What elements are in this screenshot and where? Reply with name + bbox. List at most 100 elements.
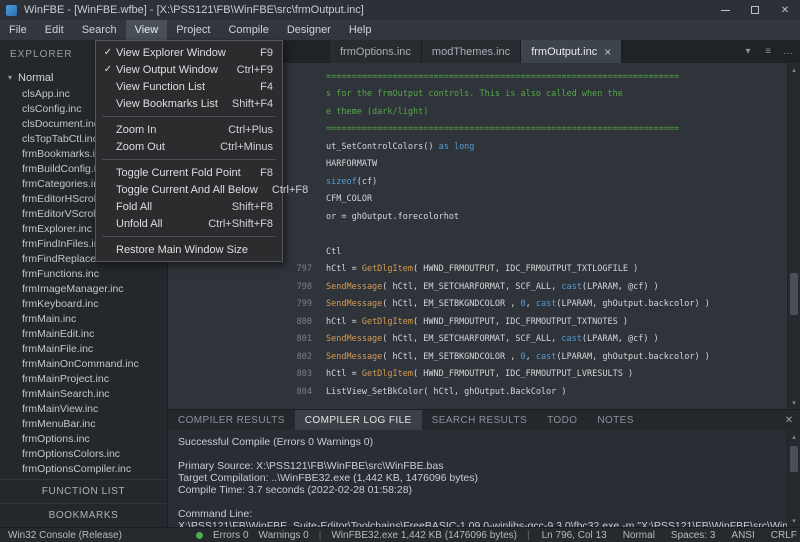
code-text: ========================================… (326, 72, 679, 82)
warnings-count: Warnings 0 (259, 530, 309, 541)
close-icon[interactable]: × (604, 45, 611, 59)
explorer-file-frmmainedit-inc[interactable]: frmMainEdit.inc (0, 327, 167, 342)
menu-item-view-explorer-window[interactable]: ✓View Explorer WindowF9 (96, 44, 282, 61)
menu-icon[interactable]: ≡ (759, 46, 777, 57)
menu-item-zoom-out[interactable]: Zoom OutCtrl+Minus (96, 138, 282, 155)
tab-modthemes-inc[interactable]: modThemes.inc (422, 40, 521, 63)
menu-item-toggle-current-and-all-below[interactable]: Toggle Current And All BelowCtrl+F8 (96, 181, 282, 198)
menu-item-shortcut: F8 (260, 167, 273, 179)
code-text: SendMessage( hCtl, EM_SETCHARFORMAT, SCF… (326, 282, 659, 292)
build-config-label[interactable]: Win32 Console (Release) (8, 530, 122, 541)
menubar-item-project[interactable]: Project (167, 20, 219, 40)
scroll-down-icon[interactable]: ▾ (788, 514, 800, 527)
close-button[interactable]: ✕ (770, 0, 800, 20)
chevron-down-icon[interactable]: ▾ (739, 46, 757, 57)
tab-frmoptions-inc[interactable]: frmOptions.inc (330, 40, 422, 63)
menu-item-view-bookmarks-list[interactable]: View Bookmarks ListShift+F4 (96, 95, 282, 112)
checkmark-icon: ✓ (100, 64, 116, 75)
menu-item-shortcut: Ctrl+Shift+F8 (208, 218, 273, 230)
scroll-up-icon[interactable]: ▴ (788, 63, 800, 76)
menubar-item-search[interactable]: Search (73, 20, 126, 40)
explorer-file-frmoptionscompiler-inc[interactable]: frmOptionsCompiler.inc (0, 462, 167, 477)
menu-item-view-output-window[interactable]: ✓View Output WindowCtrl+F9 (96, 61, 282, 78)
output-scrollbar[interactable]: ▴ ▾ (787, 430, 800, 527)
code-token: CFM_COLOR (326, 194, 372, 204)
menu-item-restore-main-window-size[interactable]: Restore Main Window Size (96, 241, 282, 258)
function-list-panel[interactable]: FUNCTION LIST (0, 479, 167, 503)
explorer-file-frmmenubar-inc[interactable]: frmMenuBar.inc (0, 417, 167, 432)
output-body: Successful Compile (Errors 0 Warnings 0)… (168, 430, 800, 527)
explorer-file-frmmainview-inc[interactable]: frmMainView.inc (0, 402, 167, 417)
code-line: 800hCtl = GetDlgItem( HWND_FRMOUTPUT, ID… (168, 313, 787, 331)
line-number: 797 (168, 264, 326, 274)
explorer-file-frmfunctions-inc[interactable]: frmFunctions.inc (0, 267, 167, 282)
code-token: (LPARAM, ghOutput.backcolor) ) (556, 352, 710, 362)
spaces-label[interactable]: Spaces: 3 (671, 530, 715, 541)
code-token: SendMessage (326, 299, 382, 309)
tab-label: frmOutput.inc (531, 46, 597, 58)
compile-status-group: Errors 0 Warnings 0 | WinFBE32.exe 1,442… (196, 530, 530, 541)
scrollbar-thumb[interactable] (790, 273, 798, 315)
output-tab-search-results[interactable]: SEARCH RESULTS (422, 410, 537, 430)
explorer-file-frmmainfile-inc[interactable]: frmMainFile.inc (0, 342, 167, 357)
code-token: HARFORMATW (326, 159, 377, 169)
explorer-file-frmmain-inc[interactable]: frmMain.inc (0, 312, 167, 327)
menu-item-zoom-in[interactable]: Zoom InCtrl+Plus (96, 121, 282, 138)
menubar-item-help[interactable]: Help (340, 20, 381, 40)
code-token: ( hCtl, EM_SETBKGNDCOLOR , (382, 352, 520, 362)
maximize-button[interactable] (740, 0, 770, 20)
code-text: ========================================… (326, 124, 679, 134)
code-text: SendMessage( hCtl, EM_SETBKGNDCOLOR , 0,… (326, 352, 710, 362)
winfbe-window: WinFBE - [WinFBE.wfbe] - [X:\PSS121\FB\W… (0, 0, 800, 542)
editor-scrollbar[interactable]: ▴ ▾ (787, 63, 800, 409)
mode-label[interactable]: Normal (623, 530, 655, 541)
tab-frmoutput-inc[interactable]: frmOutput.inc × (521, 40, 622, 63)
menubar-item-view[interactable]: View (126, 20, 168, 40)
explorer-file-frmoptions-inc[interactable]: frmOptions.inc (0, 432, 167, 447)
code-token: (LPARAM, @cf) ) (582, 334, 659, 344)
menubar-item-file[interactable]: File (0, 20, 36, 40)
bookmarks-panel[interactable]: BOOKMARKS (0, 503, 167, 527)
code-text: hCtl = GetDlgItem( HWND_FRMOUTPUT, IDC_F… (326, 264, 638, 274)
code-text: hCtl = GetDlgItem( HWND_FRMOUTPUT, IDC_F… (326, 369, 633, 379)
code-token: GetDlgItem (362, 317, 413, 327)
output-tab-compiler-log-file[interactable]: COMPILER LOG FILE (295, 410, 422, 430)
menu-item-view-function-list[interactable]: View Function ListF4 (96, 78, 282, 95)
code-token: SendMessage (326, 352, 382, 362)
explorer-file-frmimagemanager-inc[interactable]: frmImageManager.inc (0, 282, 167, 297)
scroll-up-icon[interactable]: ▴ (788, 430, 800, 443)
menu-item-fold-all[interactable]: Fold AllShift+F8 (96, 198, 282, 215)
menu-item-unfold-all[interactable]: Unfold AllCtrl+Shift+F8 (96, 215, 282, 232)
menubar-item-edit[interactable]: Edit (36, 20, 73, 40)
menubar: FileEditSearchViewProjectCompileDesigner… (0, 20, 800, 40)
line-ending-label[interactable]: CRLF (771, 530, 797, 541)
more-icon[interactable]: … (779, 46, 797, 57)
menu-item-label: Toggle Current Fold Point (116, 167, 246, 179)
menu-item-toggle-current-fold-point[interactable]: Toggle Current Fold Point F8 (96, 164, 282, 181)
menubar-item-compile[interactable]: Compile (219, 20, 277, 40)
menu-item-shortcut: Shift+F8 (232, 201, 273, 213)
explorer-file-frmkeyboard-inc[interactable]: frmKeyboard.inc (0, 297, 167, 312)
line-number: 804 (168, 387, 326, 397)
minimize-button[interactable] (710, 0, 740, 20)
code-token: Ctl (326, 247, 341, 257)
code-token: (LPARAM, @cf) ) (582, 282, 659, 292)
encoding-label[interactable]: ANSI (731, 530, 754, 541)
close-icon[interactable]: ✕ (778, 410, 800, 430)
menu-item-shortcut: Shift+F4 (232, 98, 273, 110)
explorer-file-frmmainoncommand-inc[interactable]: frmMainOnCommand.inc (0, 357, 167, 372)
menu-item-shortcut: F4 (260, 81, 273, 93)
code-token: ( hCtl, EM_SETBKGNDCOLOR , (382, 299, 520, 309)
output-tab-todo[interactable]: TODO (537, 410, 587, 430)
output-line: Target Compilation: ..\WinFBE32.exe (1,4… (178, 472, 787, 484)
output-tab-notes[interactable]: NOTES (587, 410, 643, 430)
menubar-item-designer[interactable]: Designer (278, 20, 340, 40)
scroll-down-icon[interactable]: ▾ (788, 396, 800, 409)
explorer-file-frmoptionscolors-inc[interactable]: frmOptionsColors.inc (0, 447, 167, 462)
code-token: cast (561, 334, 581, 344)
code-token: hCtl = (326, 264, 362, 274)
output-tab-compiler-results[interactable]: COMPILER RESULTS (168, 410, 295, 430)
explorer-file-frmmainsearch-inc[interactable]: frmMainSearch.inc (0, 387, 167, 402)
explorer-file-frmmainproject-inc[interactable]: frmMainProject.inc (0, 372, 167, 387)
scrollbar-thumb[interactable] (790, 446, 798, 472)
